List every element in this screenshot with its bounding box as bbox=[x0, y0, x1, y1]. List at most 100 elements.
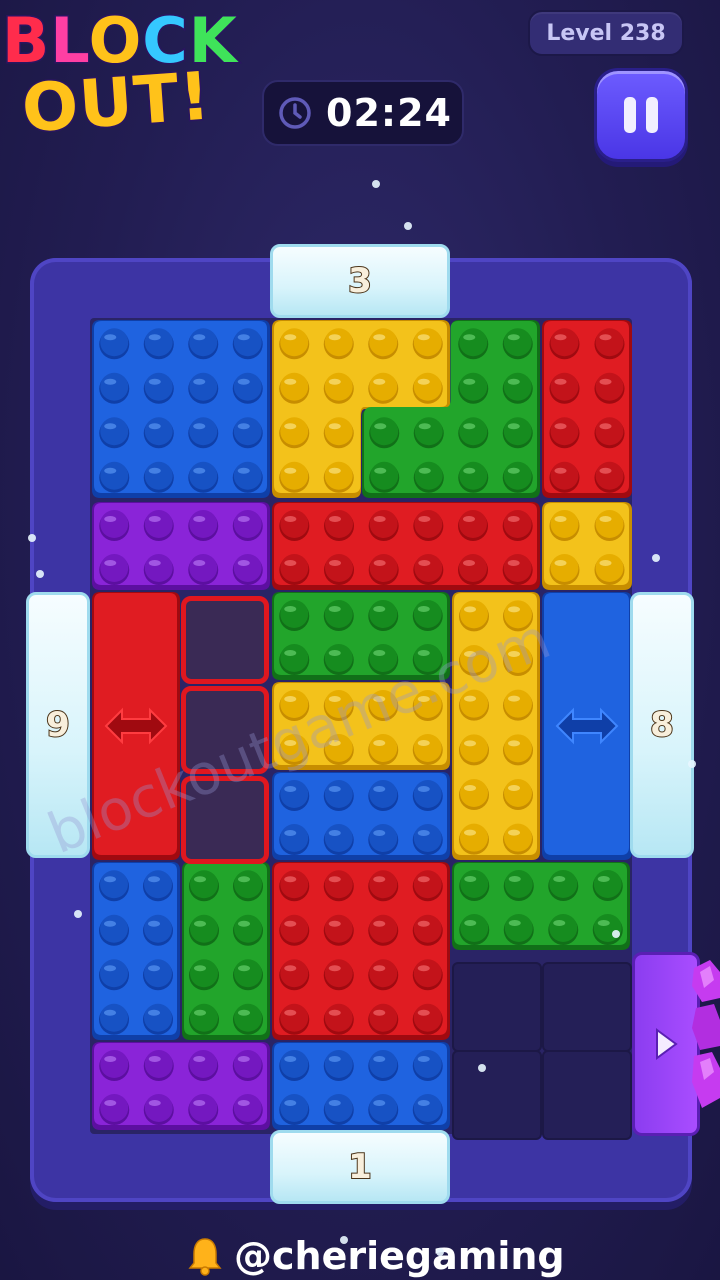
snow-particle bbox=[28, 534, 36, 542]
stud bbox=[324, 417, 353, 446]
stud bbox=[503, 328, 532, 357]
stud bbox=[189, 461, 218, 490]
gate-counter: 9 bbox=[45, 704, 71, 746]
stud bbox=[550, 328, 579, 357]
block-yellow-row2[interactable] bbox=[542, 502, 632, 590]
block-red-row2[interactable] bbox=[272, 502, 540, 590]
stud bbox=[459, 554, 487, 582]
stud bbox=[324, 372, 353, 401]
stud bbox=[100, 372, 129, 401]
block-green-lower[interactable] bbox=[182, 862, 270, 1040]
stud bbox=[413, 1050, 442, 1078]
ice-gate-right: 8 bbox=[630, 592, 694, 858]
stud bbox=[550, 461, 579, 490]
stud bbox=[413, 1094, 442, 1122]
stud bbox=[190, 870, 218, 899]
stud bbox=[504, 689, 532, 718]
stud bbox=[324, 690, 353, 718]
stud bbox=[413, 644, 442, 672]
snow-particle bbox=[36, 570, 44, 578]
block-yellow-tall[interactable] bbox=[452, 592, 540, 860]
stud bbox=[459, 372, 488, 401]
stud bbox=[324, 914, 353, 943]
stud bbox=[413, 780, 442, 808]
stud bbox=[369, 600, 398, 628]
stud bbox=[324, 600, 353, 628]
gate-counter: 8 bbox=[649, 704, 675, 746]
block-purple-row2[interactable] bbox=[92, 502, 270, 590]
stud bbox=[370, 417, 399, 446]
stud bbox=[324, 1094, 353, 1122]
stud bbox=[369, 644, 398, 672]
block-green-lower-right[interactable] bbox=[452, 862, 630, 950]
stud bbox=[190, 914, 218, 943]
stud bbox=[100, 1094, 129, 1122]
stud bbox=[280, 914, 309, 943]
stud bbox=[233, 1094, 262, 1122]
stud bbox=[280, 600, 309, 628]
stud bbox=[413, 600, 442, 628]
stud bbox=[144, 372, 173, 401]
snow-particle bbox=[372, 180, 380, 188]
stud bbox=[503, 372, 532, 401]
block-red-arrow-tall[interactable] bbox=[92, 592, 180, 860]
stud bbox=[503, 510, 532, 538]
stud bbox=[414, 461, 443, 490]
snow-particle bbox=[652, 554, 660, 562]
block-blue-mid[interactable] bbox=[272, 772, 450, 860]
stud bbox=[280, 554, 309, 582]
block-blue-lower-left[interactable] bbox=[92, 862, 180, 1040]
stud bbox=[189, 372, 218, 401]
stud bbox=[280, 734, 309, 762]
stud bbox=[190, 959, 218, 988]
stud bbox=[413, 824, 442, 852]
stud bbox=[593, 914, 622, 942]
creator-handle: @cheriegaming bbox=[186, 1232, 586, 1280]
stud bbox=[234, 914, 262, 943]
stud bbox=[280, 417, 309, 446]
block-blue-arrow-tall[interactable] bbox=[542, 592, 632, 860]
stud bbox=[324, 461, 353, 490]
stud bbox=[280, 780, 309, 808]
block-green-mid[interactable] bbox=[272, 592, 450, 680]
block-yellow-mid[interactable] bbox=[272, 682, 450, 770]
stud bbox=[233, 417, 262, 446]
stud bbox=[144, 1094, 173, 1122]
block-red-lower[interactable] bbox=[272, 862, 450, 1040]
stud bbox=[100, 1003, 128, 1032]
stud bbox=[280, 870, 309, 899]
stud bbox=[369, 824, 398, 852]
stud bbox=[503, 461, 532, 490]
stud bbox=[595, 554, 624, 582]
block-red-top-right[interactable] bbox=[542, 320, 632, 498]
stud bbox=[280, 1050, 309, 1078]
stud bbox=[144, 959, 172, 988]
stud bbox=[413, 959, 442, 988]
stud bbox=[324, 1050, 353, 1078]
stud bbox=[504, 870, 533, 898]
ice-gate-top: 3 bbox=[270, 244, 450, 318]
stud bbox=[100, 870, 128, 899]
stud bbox=[593, 870, 622, 898]
block-blue-bottom[interactable] bbox=[272, 1042, 450, 1130]
stud bbox=[324, 734, 353, 762]
stud bbox=[369, 690, 398, 718]
bell-icon bbox=[188, 1238, 222, 1276]
stud bbox=[324, 644, 353, 672]
stud bbox=[280, 644, 309, 672]
stud bbox=[460, 914, 489, 942]
stud bbox=[459, 510, 487, 538]
stud bbox=[324, 870, 353, 899]
block-green-l[interactable] bbox=[362, 320, 540, 498]
stud bbox=[369, 1050, 398, 1078]
stud bbox=[233, 1050, 262, 1078]
block-blue-top-left[interactable] bbox=[92, 320, 270, 498]
block-purple-bottom[interactable] bbox=[92, 1042, 270, 1130]
stud bbox=[144, 914, 172, 943]
stud bbox=[280, 1003, 309, 1032]
stud bbox=[100, 417, 129, 446]
stud bbox=[414, 417, 443, 446]
stud bbox=[595, 510, 624, 538]
stud bbox=[369, 914, 398, 943]
gate-counter: 3 bbox=[347, 260, 373, 302]
